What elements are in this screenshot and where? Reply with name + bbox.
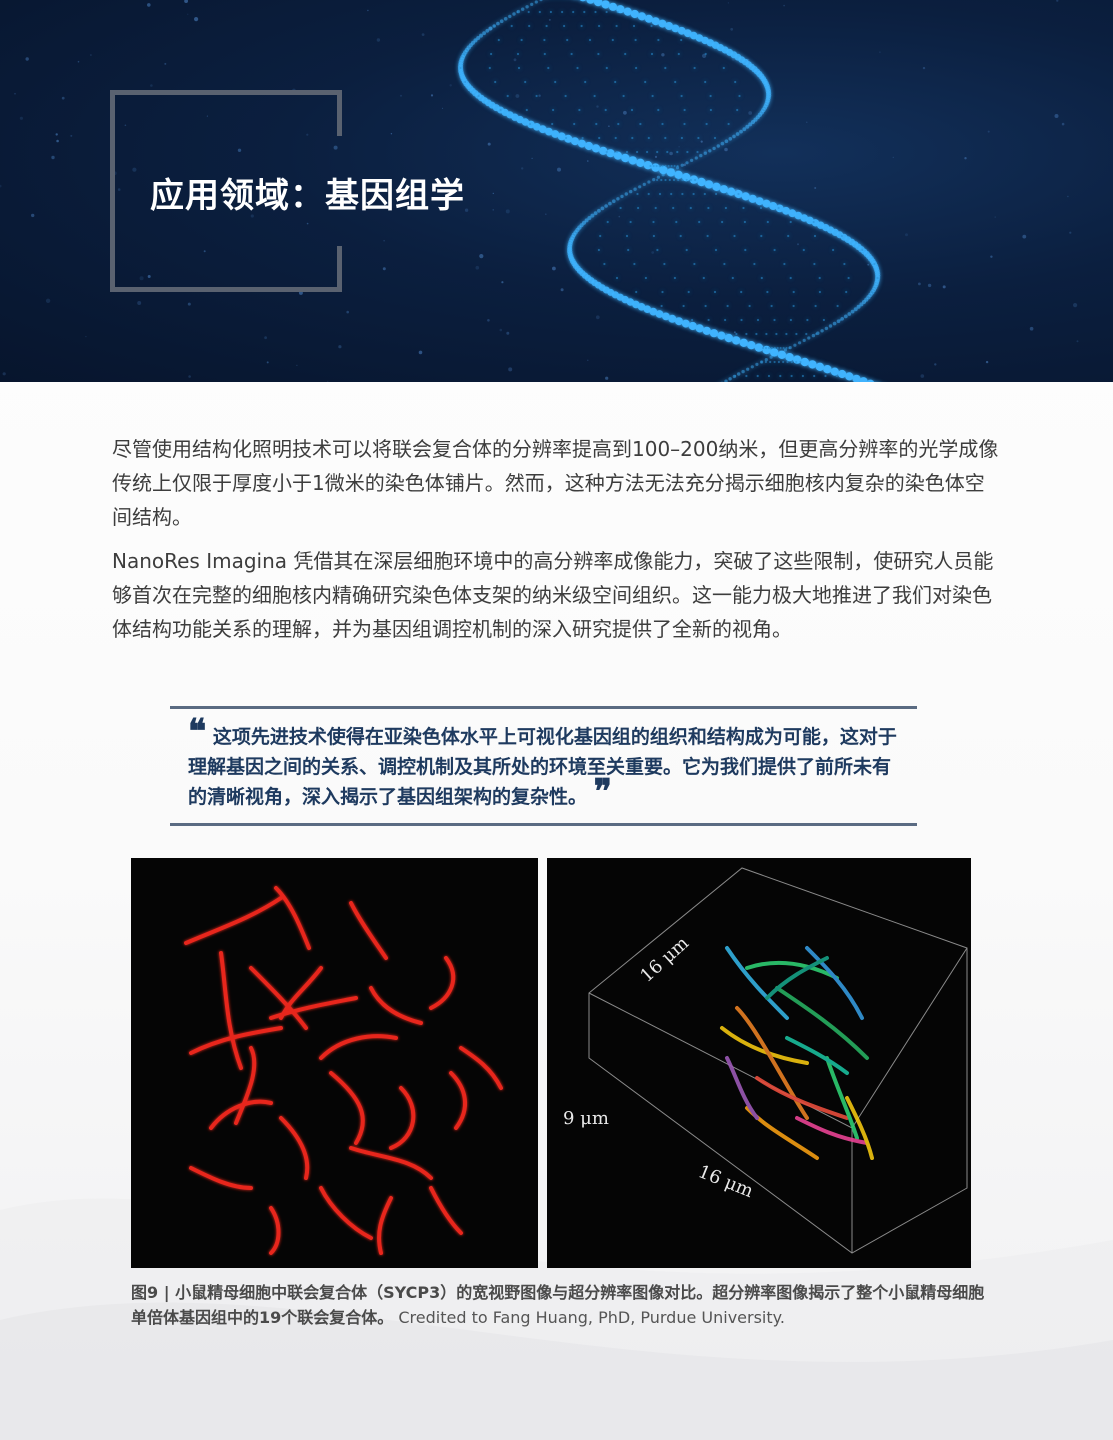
hero-banner: 应用领域：基因组学 [0,0,1113,382]
widefield-red-fluorescence-chromosomes [184,886,503,1255]
axis-label-left: 9 μm [563,1108,609,1129]
quote-bottom-rule [170,823,917,826]
close-quote-icon: ❞ [593,772,612,812]
quote-text: 这项先进技术使得在亚染色体水平上可视化基因组的组织和结构成为可能，这对于理解基因… [188,726,897,808]
quote-top-rule [170,706,917,709]
axis-label-top: 16 μm [636,933,693,987]
figure-caption: 图9 | 小鼠精母细胞中联会复合体（SYCP3）的宽视野图像与超分辨率图像对比。… [131,1280,991,1330]
pull-quote: ❝ 这项先进技术使得在亚染色体水平上可视化基因组的组织和结构成为可能，这对于理解… [170,706,917,826]
axis-label-bottom: 16 μm [695,1161,756,1202]
body-paragraph-2: NanoRes Imagina 凭借其在深层细胞环境中的高分辨率成像能力，突破了… [112,549,994,641]
3d-superresolution-chromosome-render: 16 μm 9 μm 16 μm [563,867,968,1254]
body-paragraph-1: 尽管使用结构化照明技术可以将联会复合体的分辨率提高到100–200纳米，但更高分… [112,437,999,529]
widefield-image-panel [131,858,538,1268]
open-quote-icon: ❝ [188,712,207,752]
page-title: 应用领域：基因组学 [150,176,465,216]
caption-credit: Credited to Fang Huang, PhD, Purdue Univ… [398,1308,785,1327]
superresolution-image-panel: 16 μm 9 μm 16 μm [547,858,971,1268]
